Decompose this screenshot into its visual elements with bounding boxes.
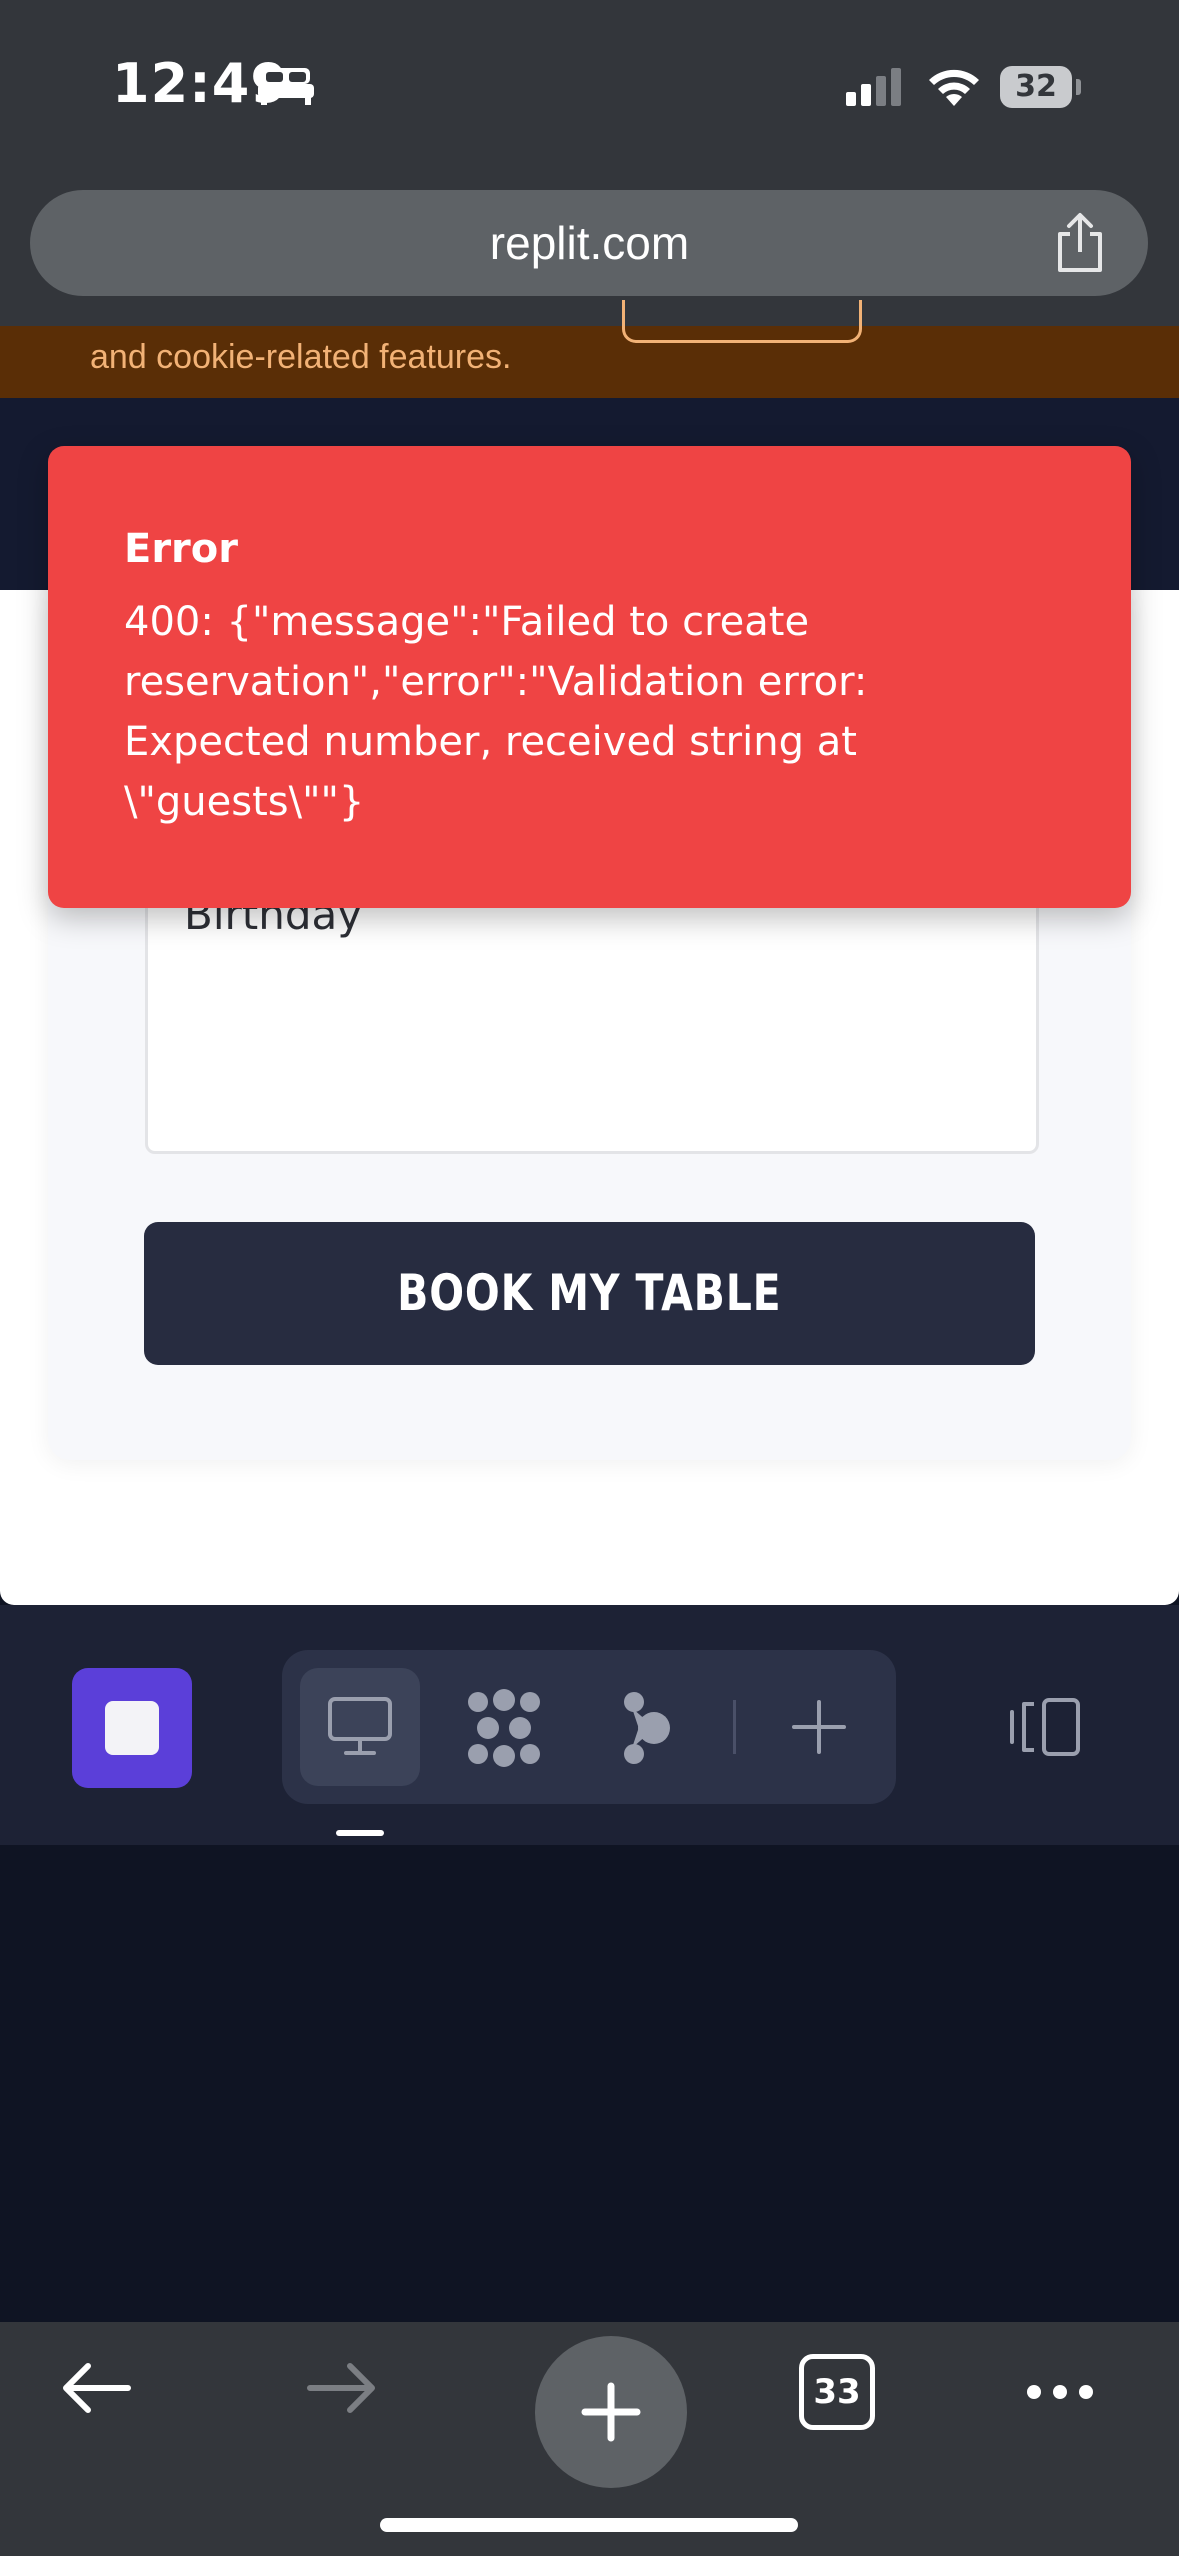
cluster-icon[interactable]: [464, 1688, 544, 1772]
wifi-icon: [926, 64, 982, 112]
share-icon[interactable]: [1052, 212, 1108, 280]
stop-icon: [105, 1701, 159, 1755]
cookie-accept-button[interactable]: [622, 300, 862, 343]
bed-icon: [258, 66, 314, 110]
tabs-count-button[interactable]: 33: [799, 2354, 875, 2430]
battery-icon: 32: [1000, 66, 1072, 108]
error-toast-title: Error: [124, 526, 238, 572]
tab-separator: [733, 1700, 736, 1754]
new-tab-plus-icon: [535, 2336, 687, 2492]
cookie-banner-text: and cookie-related features.: [90, 338, 512, 376]
forward-arrow-icon[interactable]: [304, 2360, 380, 2420]
error-toast-message: 400: {"message":"Failed to create reserv…: [124, 599, 868, 825]
cellular-signal-icon: [846, 68, 906, 112]
back-arrow-icon[interactable]: [58, 2360, 134, 2420]
more-icon[interactable]: [1024, 2380, 1096, 2408]
monitor-icon: [326, 1695, 394, 1763]
book-my-table-label: BOOK MY TABLE: [397, 1264, 782, 1322]
home-indicator: [380, 2518, 798, 2532]
book-my-table-button[interactable]: BOOK MY TABLE: [144, 1222, 1035, 1365]
device-toggle-icon[interactable]: [1008, 1696, 1084, 1762]
agent-icon[interactable]: [618, 1688, 678, 1772]
active-tab-indicator: [336, 1830, 384, 1836]
battery-nub: [1076, 79, 1081, 95]
url-text[interactable]: replit.com: [0, 190, 1179, 296]
add-icon[interactable]: [790, 1698, 848, 1760]
